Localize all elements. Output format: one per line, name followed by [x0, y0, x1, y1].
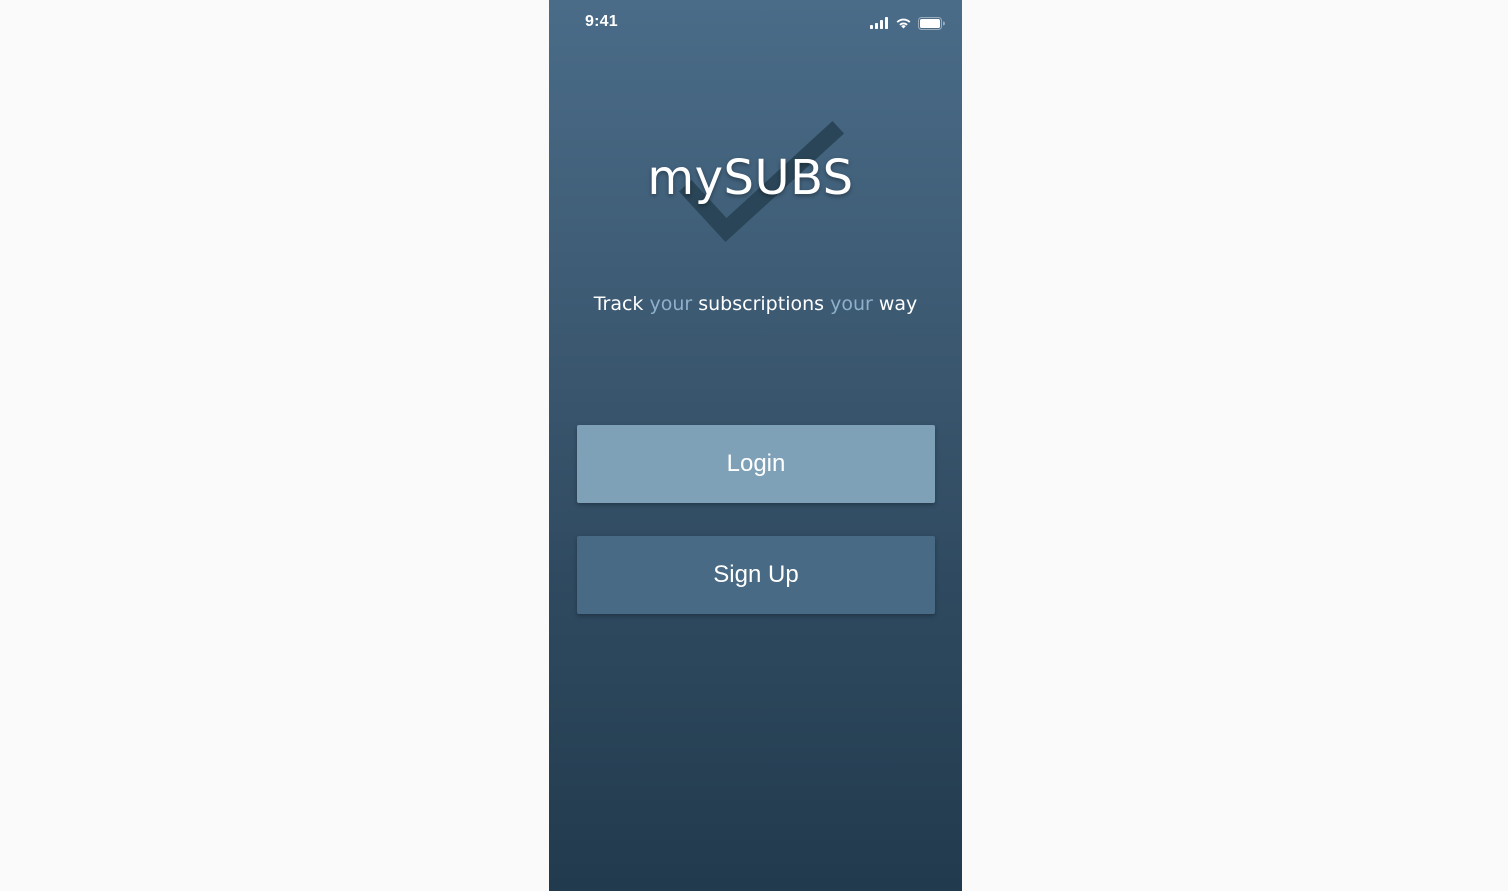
signal-icon: [870, 17, 889, 29]
tagline-accent: your: [830, 293, 873, 315]
tagline-part: Track: [593, 293, 650, 315]
canvas: 9:41 mySUBS Track your subscriptions you…: [0, 0, 1508, 891]
phone-screen: 9:41 mySUBS Track your subscriptions you…: [549, 0, 962, 891]
app-logo: mySUBS: [549, 110, 962, 255]
logo-text: mySUBS: [647, 150, 854, 206]
status-bar: 9:41: [549, 0, 962, 46]
status-icons: [870, 16, 945, 30]
wifi-icon: [895, 17, 912, 29]
tagline-accent: your: [649, 293, 693, 315]
battery-icon: [918, 16, 945, 30]
tagline: Track your subscriptions your way: [549, 293, 962, 315]
sign-up-button[interactable]: Sign Up: [577, 536, 935, 614]
login-button[interactable]: Login: [577, 425, 935, 503]
tagline-part: way: [872, 293, 918, 315]
tagline-part: subscriptions: [692, 293, 831, 315]
status-time: 9:41: [585, 13, 618, 30]
